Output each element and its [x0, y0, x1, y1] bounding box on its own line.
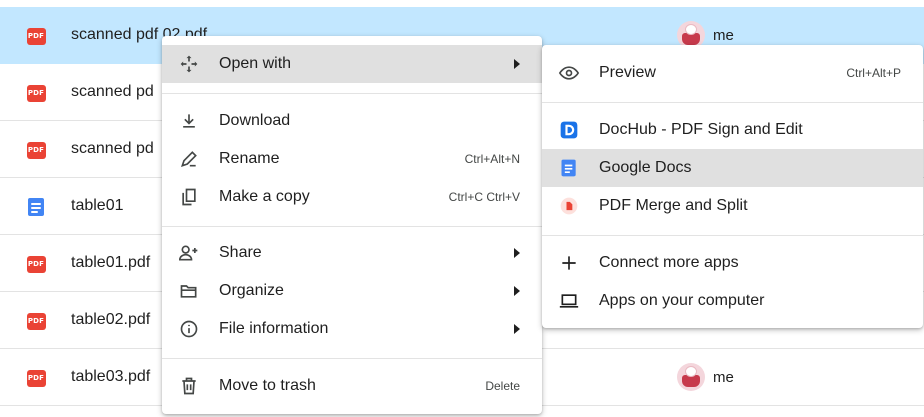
- menu-item-make-copy[interactable]: Make a copy Ctrl+C Ctrl+V: [162, 178, 542, 216]
- copy-icon: [178, 186, 200, 208]
- chevron-right-icon: [514, 248, 520, 258]
- avatar: [677, 363, 705, 391]
- pdf-file-icon: PDF: [26, 83, 46, 103]
- pdf-file-icon: PDF: [26, 140, 46, 160]
- menu-item-download[interactable]: Download: [162, 102, 542, 140]
- file-name: table01: [71, 197, 124, 214]
- owner-cell: me: [677, 363, 734, 391]
- folder-open-icon: [178, 280, 200, 302]
- person-add-icon: [178, 242, 200, 264]
- file-name: scanned pd: [71, 140, 154, 157]
- context-menu: Open with Download Rename Ctrl+Alt+N Mak…: [162, 36, 542, 414]
- owner-label: me: [713, 368, 734, 386]
- info-icon: [178, 318, 200, 340]
- laptop-icon: [558, 290, 580, 312]
- pdf-merge-app-icon: [558, 195, 580, 217]
- docs-file-icon: [26, 197, 46, 217]
- owner-label: me: [713, 26, 734, 44]
- move-arrows-icon: [178, 53, 200, 75]
- file-name: table01.pdf: [71, 254, 151, 271]
- file-name: table03.pdf: [71, 368, 151, 385]
- file-name: table02.pdf: [71, 311, 151, 328]
- menu-item-open-with[interactable]: Open with: [162, 45, 542, 83]
- file-name: scanned pd: [71, 83, 154, 100]
- pdf-file-icon: PDF: [26, 26, 46, 46]
- menu-item-organize[interactable]: Organize: [162, 272, 542, 310]
- open-with-submenu: Preview Ctrl+Alt+P DocHub - PDF Sign and…: [542, 45, 923, 328]
- menu-item-move-to-trash[interactable]: Move to trash Delete: [162, 367, 542, 405]
- chevron-right-icon: [514, 324, 520, 334]
- pdf-file-icon: PDF: [26, 311, 46, 331]
- menu-item-apps-on-computer[interactable]: Apps on your computer: [542, 282, 923, 320]
- pencil-icon: [178, 148, 200, 170]
- pdf-file-icon: PDF: [26, 368, 46, 388]
- trash-icon: [178, 375, 200, 397]
- menu-item-file-information[interactable]: File information: [162, 310, 542, 348]
- menu-item-connect-more-apps[interactable]: Connect more apps: [542, 244, 923, 282]
- menu-item-pdf-merge[interactable]: PDF Merge and Split: [542, 187, 923, 225]
- menu-item-google-docs[interactable]: Google Docs: [542, 149, 923, 187]
- chevron-right-icon: [514, 286, 520, 296]
- menu-item-preview[interactable]: Preview Ctrl+Alt+P: [542, 54, 923, 92]
- menu-item-share[interactable]: Share: [162, 234, 542, 272]
- eye-icon: [558, 62, 580, 84]
- google-docs-icon: [558, 157, 580, 179]
- plus-icon: [558, 252, 580, 274]
- dochub-app-icon: [558, 119, 580, 141]
- pdf-file-icon: PDF: [26, 254, 46, 274]
- menu-item-rename[interactable]: Rename Ctrl+Alt+N: [162, 140, 542, 178]
- chevron-right-icon: [514, 59, 520, 69]
- menu-item-dochub[interactable]: DocHub - PDF Sign and Edit: [542, 111, 923, 149]
- download-icon: [178, 110, 200, 132]
